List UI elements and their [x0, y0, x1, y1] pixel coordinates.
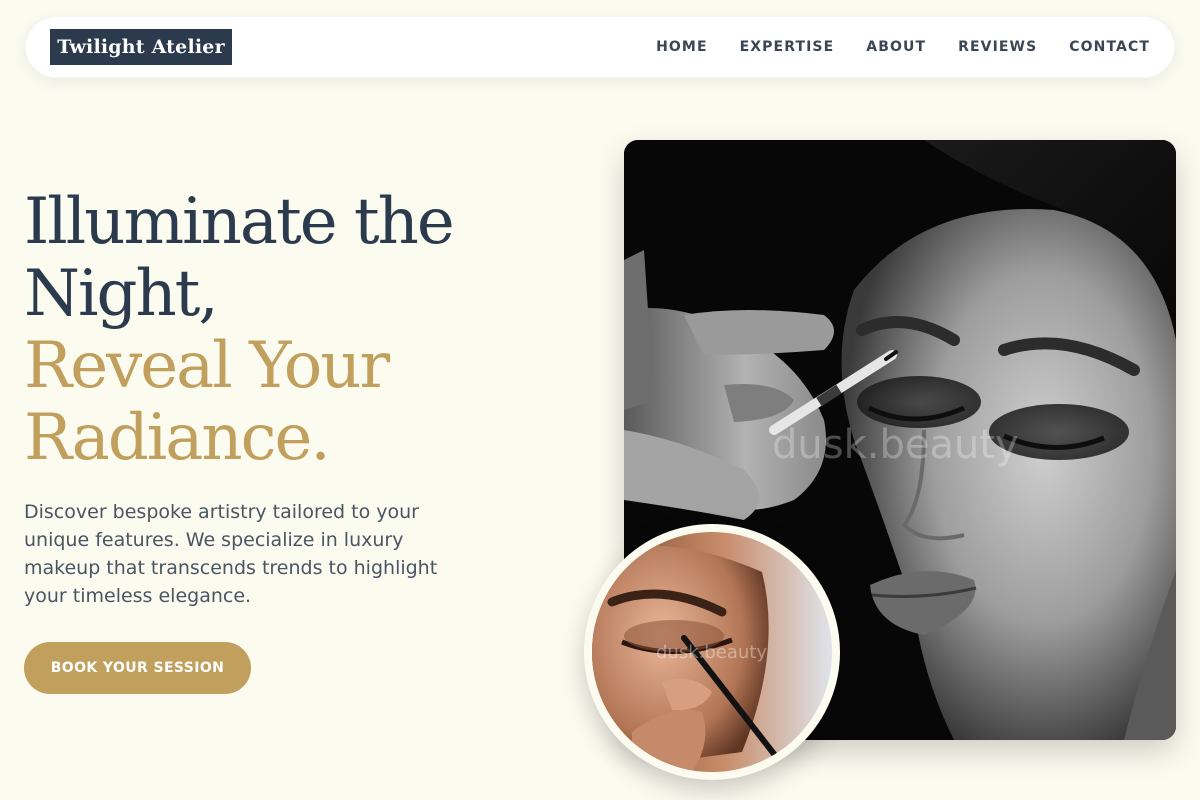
circle-photo-frame: dusk.beauty [592, 532, 832, 772]
nav-about[interactable]: ABOUT [866, 39, 926, 55]
circle-photo-watermark: dusk.beauty [656, 642, 768, 663]
nav-reviews[interactable]: REVIEWS [958, 39, 1037, 55]
book-session-button[interactable]: BOOK YOUR SESSION [24, 642, 251, 694]
hero-accent-line-2: Radiance. [24, 401, 331, 475]
main-nav: HOME EXPERTISE ABOUT REVIEWS CONTACT [624, 17, 1150, 77]
brand-logo[interactable]: Twilight Atelier [50, 29, 232, 65]
site-header: Twilight Atelier HOME EXPERTISE ABOUT RE… [25, 16, 1175, 78]
nav-contact[interactable]: CONTACT [1069, 39, 1150, 55]
hero-accent-line-1: Reveal Your [24, 329, 390, 403]
hero-circle-photo: dusk.beauty [584, 524, 840, 780]
hero-title-line-2: Night, [24, 257, 219, 331]
hero-description: Discover bespoke artistry tailored to yo… [24, 501, 438, 607]
hero-title-line-1: Illuminate the [24, 185, 455, 259]
hero-title: Illuminate the Night, Reveal Your Radian… [24, 186, 564, 474]
nav-home[interactable]: HOME [656, 39, 708, 55]
nav-expertise[interactable]: EXPERTISE [740, 39, 835, 55]
main-photo-watermark: dusk.beauty [772, 422, 1019, 468]
